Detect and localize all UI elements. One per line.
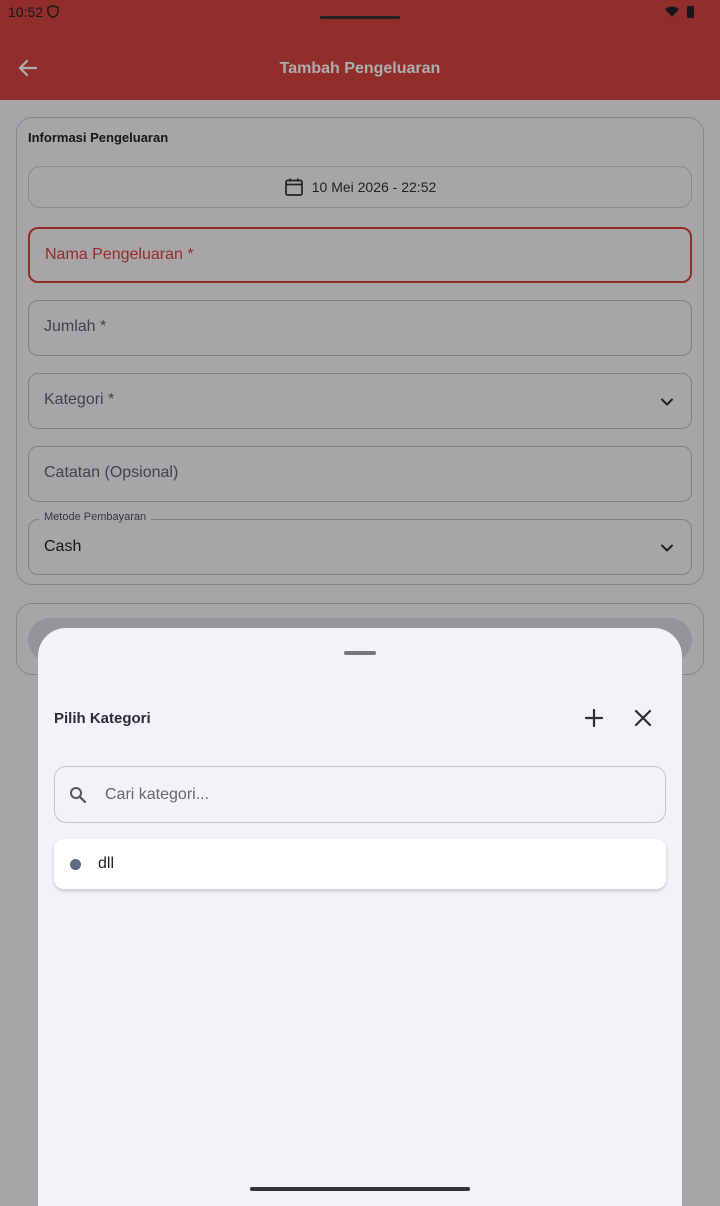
category-item-label: dll [98,855,115,872]
category-item-dll[interactable]: dll [54,839,666,889]
home-indicator [250,1187,470,1191]
sheet-title: Pilih Kategori [54,710,151,727]
category-search[interactable] [54,766,666,823]
drag-handle[interactable] [344,651,376,655]
search-icon [70,787,87,804]
category-color-dot [70,859,81,870]
category-bottom-sheet: Pilih Kategori dll [38,628,682,1206]
add-category-icon[interactable] [583,707,605,729]
search-input[interactable] [105,783,645,807]
close-icon[interactable] [632,707,654,729]
